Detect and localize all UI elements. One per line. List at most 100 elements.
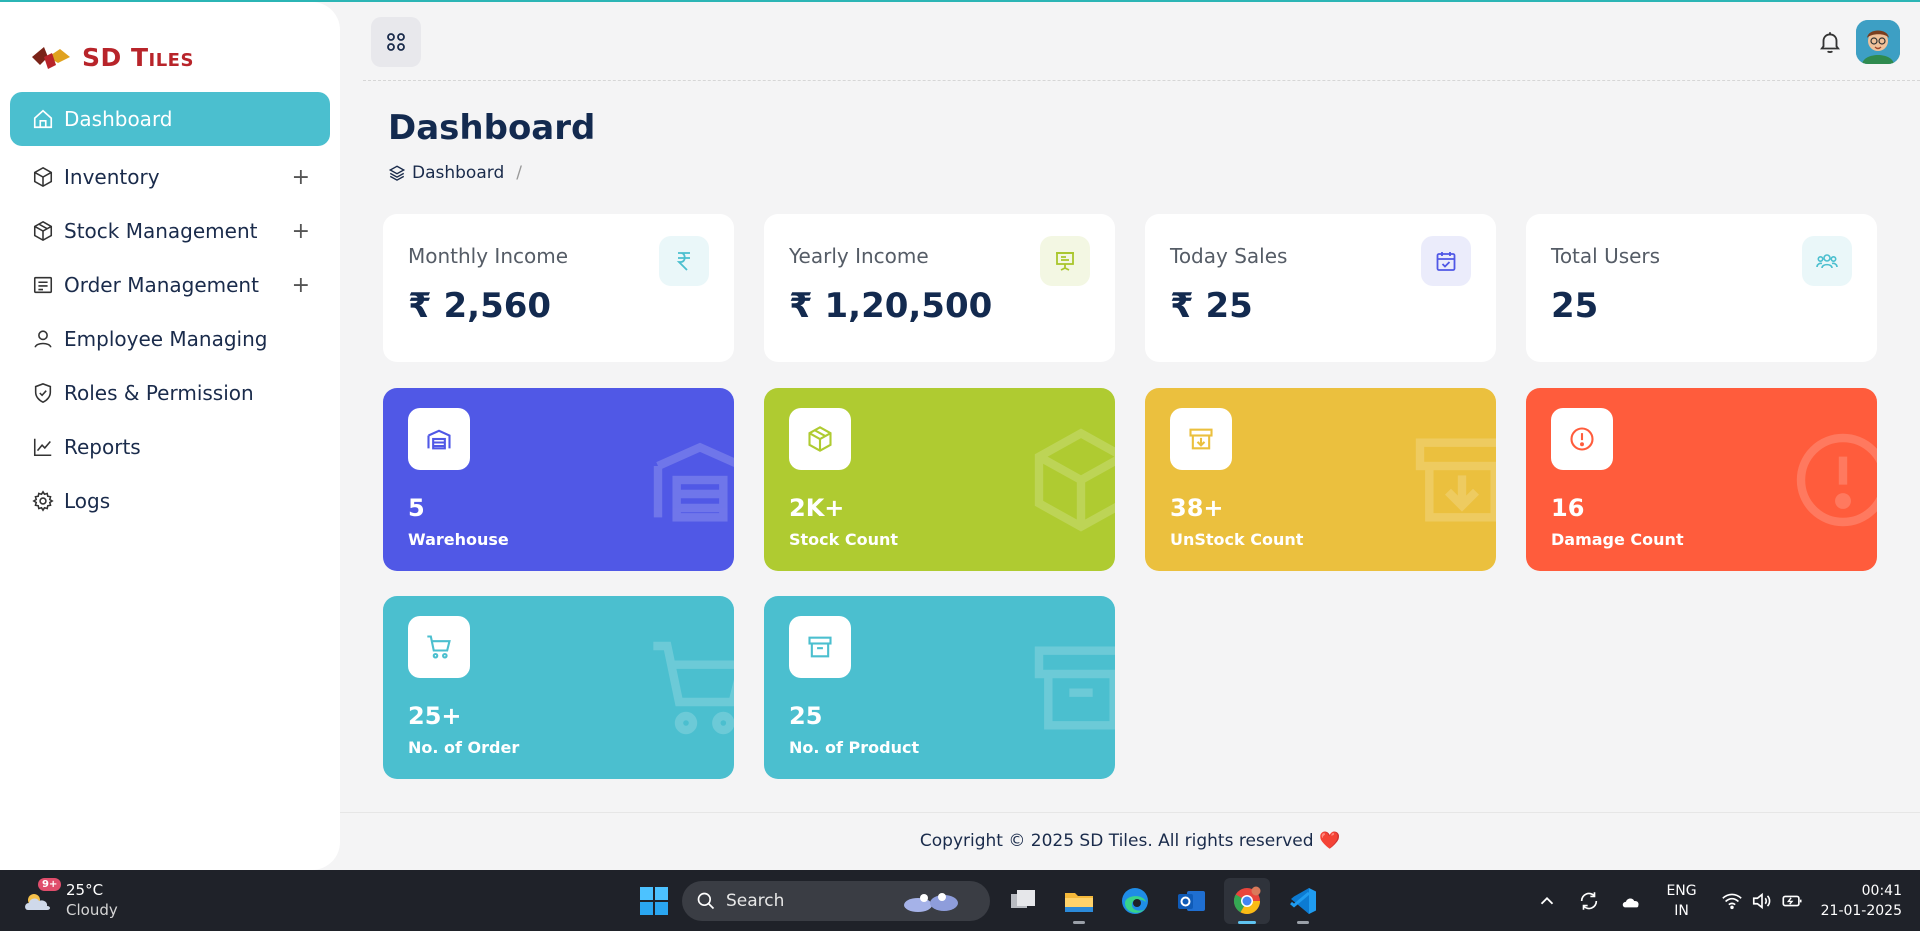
onedrive-button[interactable] — [1620, 890, 1642, 912]
breadcrumb-current[interactable]: Dashboard — [412, 163, 504, 183]
copyright-text: Copyright © 2025 SD Tiles. All rights re… — [340, 831, 1920, 851]
alert-circle-icon — [1551, 408, 1613, 470]
sidebar-item-reports[interactable]: Reports — [10, 420, 330, 474]
weather-temp: 25°C — [66, 881, 104, 899]
expand-icon[interactable]: + — [292, 165, 310, 190]
stat-value: ₹ 2,560 — [408, 286, 552, 326]
expand-icon[interactable]: + — [292, 219, 310, 244]
presentation-icon — [1040, 236, 1090, 286]
file-explorer-button[interactable] — [1056, 878, 1102, 924]
sidebar-item-inventory[interactable]: Inventory + — [10, 150, 330, 204]
sync-button[interactable] — [1578, 890, 1600, 912]
taskbar-clock[interactable]: 00:41 21-01-2025 — [1821, 881, 1902, 921]
sync-icon — [1581, 891, 1598, 910]
breadcrumb: Dashboard / — [388, 163, 522, 183]
sidebar-item-label: Reports — [64, 435, 141, 459]
volume-button[interactable] — [1751, 890, 1773, 912]
sidebar-item-stock-management[interactable]: Stock Management + — [10, 204, 330, 258]
tile-label: Stock Count — [789, 530, 899, 549]
chrome-button[interactable] — [1224, 878, 1270, 924]
stat-value: ₹ 1,20,500 — [789, 286, 993, 326]
sidebar-item-employee-managing[interactable]: Employee Managing — [10, 312, 330, 366]
stat-value: 25 — [1551, 286, 1599, 326]
brand-name: SD Tiles — [82, 42, 194, 72]
tile-warehouse[interactable]: 5 Warehouse — [383, 388, 734, 571]
running-indicator — [1238, 921, 1256, 924]
archive-box-bg-icon — [1034, 646, 1115, 730]
archive-down-bg-icon — [1415, 438, 1496, 522]
vscode-icon — [1290, 888, 1316, 914]
edge-button[interactable] — [1112, 878, 1158, 924]
layers-icon — [388, 165, 406, 181]
brand-logo[interactable]: SD Tiles — [30, 40, 194, 74]
tile-damage-count[interactable]: 16 Damage Count — [1526, 388, 1877, 571]
tile-label: No. of Order — [408, 738, 520, 757]
cube-icon — [789, 408, 851, 470]
windows-taskbar: 9+ 25°C Cloudy Search ENG IN 00:41 21-01… — [0, 870, 1920, 931]
tile-value: 16 — [1551, 494, 1585, 522]
archive-box-icon — [789, 616, 851, 678]
running-indicator — [1073, 921, 1085, 924]
notification-button[interactable] — [1814, 26, 1846, 58]
wifi-button[interactable] — [1721, 890, 1743, 912]
sidebar-item-label: Inventory — [64, 165, 160, 189]
sidebar-item-order-management[interactable]: Order Management + — [10, 258, 330, 312]
system-tray: ENG IN 00:41 21-01-2025 — [1526, 870, 1902, 931]
stat-card-today-sales: Today Sales ₹ 25 — [1145, 214, 1496, 362]
language-line2: IN — [1674, 902, 1689, 919]
sidebar-item-label: Logs — [64, 489, 111, 513]
battery-charging-icon — [1782, 895, 1802, 906]
search-placeholder: Search — [726, 891, 785, 911]
bell-icon — [1820, 32, 1840, 53]
sidebar-item-roles-permission[interactable]: Roles & Permission — [10, 366, 330, 420]
chrome-icon — [1233, 886, 1261, 915]
tile-no-of-order[interactable]: 25+ No. of Order — [383, 596, 734, 779]
task-view-button[interactable] — [1000, 878, 1046, 924]
battery-button[interactable] — [1781, 890, 1803, 912]
breadcrumb-separator: / — [516, 163, 522, 183]
receipt-icon — [30, 272, 56, 298]
expand-icon[interactable]: + — [292, 273, 310, 298]
volume-icon — [1752, 892, 1771, 909]
show-hidden-icons-button[interactable] — [1536, 890, 1558, 912]
tile-stock-count[interactable]: 2K+ Stock Count — [764, 388, 1115, 571]
stat-value: ₹ 25 — [1170, 286, 1253, 326]
sidebar-item-dashboard[interactable]: Dashboard — [10, 92, 330, 146]
cube-icon — [30, 164, 56, 190]
sidebar: SD Tiles Dashboard Inventory + Stock Man… — [0, 2, 340, 870]
stat-label: Yearly Income — [789, 244, 929, 268]
user-avatar[interactable] — [1856, 20, 1900, 64]
taskbar-search[interactable]: Search — [682, 881, 990, 921]
grid-icon — [387, 33, 405, 51]
edge-icon — [1122, 888, 1148, 914]
task-view-icon — [1011, 890, 1035, 908]
tile-unstock-count[interactable]: 38+ UnStock Count — [1145, 388, 1496, 571]
outlook-button[interactable] — [1168, 878, 1214, 924]
copyright-label: Copyright © 2025 SD Tiles. All rights re… — [919, 831, 1314, 851]
language-line1: ENG — [1666, 882, 1697, 899]
tile-no-of-product[interactable]: 25 No. of Product — [764, 596, 1115, 779]
language-indicator[interactable]: ENG IN — [1666, 881, 1696, 921]
shield-check-icon — [30, 380, 56, 406]
sd-tiles-logo-icon — [32, 47, 70, 69]
chevron-up-icon — [1541, 896, 1554, 904]
cube-bg-icon — [1034, 428, 1115, 532]
stat-label: Total Users — [1551, 244, 1661, 268]
sidebar-item-label: Stock Management — [64, 219, 258, 243]
search-highlight-icon — [904, 893, 958, 912]
page-footer: Copyright © 2025 SD Tiles. All rights re… — [340, 812, 1920, 870]
sidebar-item-label: Dashboard — [64, 107, 173, 131]
users-icon — [1802, 236, 1852, 286]
menu-toggle-button[interactable] — [371, 17, 421, 67]
sidebar-item-label: Employee Managing — [64, 327, 268, 351]
tile-label: Damage Count — [1551, 530, 1684, 549]
sidebar-item-label: Roles & Permission — [64, 381, 254, 405]
vscode-button[interactable] — [1280, 878, 1326, 924]
windows-start-button[interactable] — [632, 879, 676, 923]
weather-widget[interactable]: 9+ 25°C Cloudy — [20, 878, 118, 920]
stat-label: Monthly Income — [408, 244, 569, 268]
sidebar-item-logs[interactable]: Logs — [10, 474, 330, 528]
tile-value: 25 — [789, 702, 823, 730]
running-indicator — [1297, 921, 1309, 924]
sidebar-nav: Dashboard Inventory + Stock Management +… — [10, 92, 330, 528]
